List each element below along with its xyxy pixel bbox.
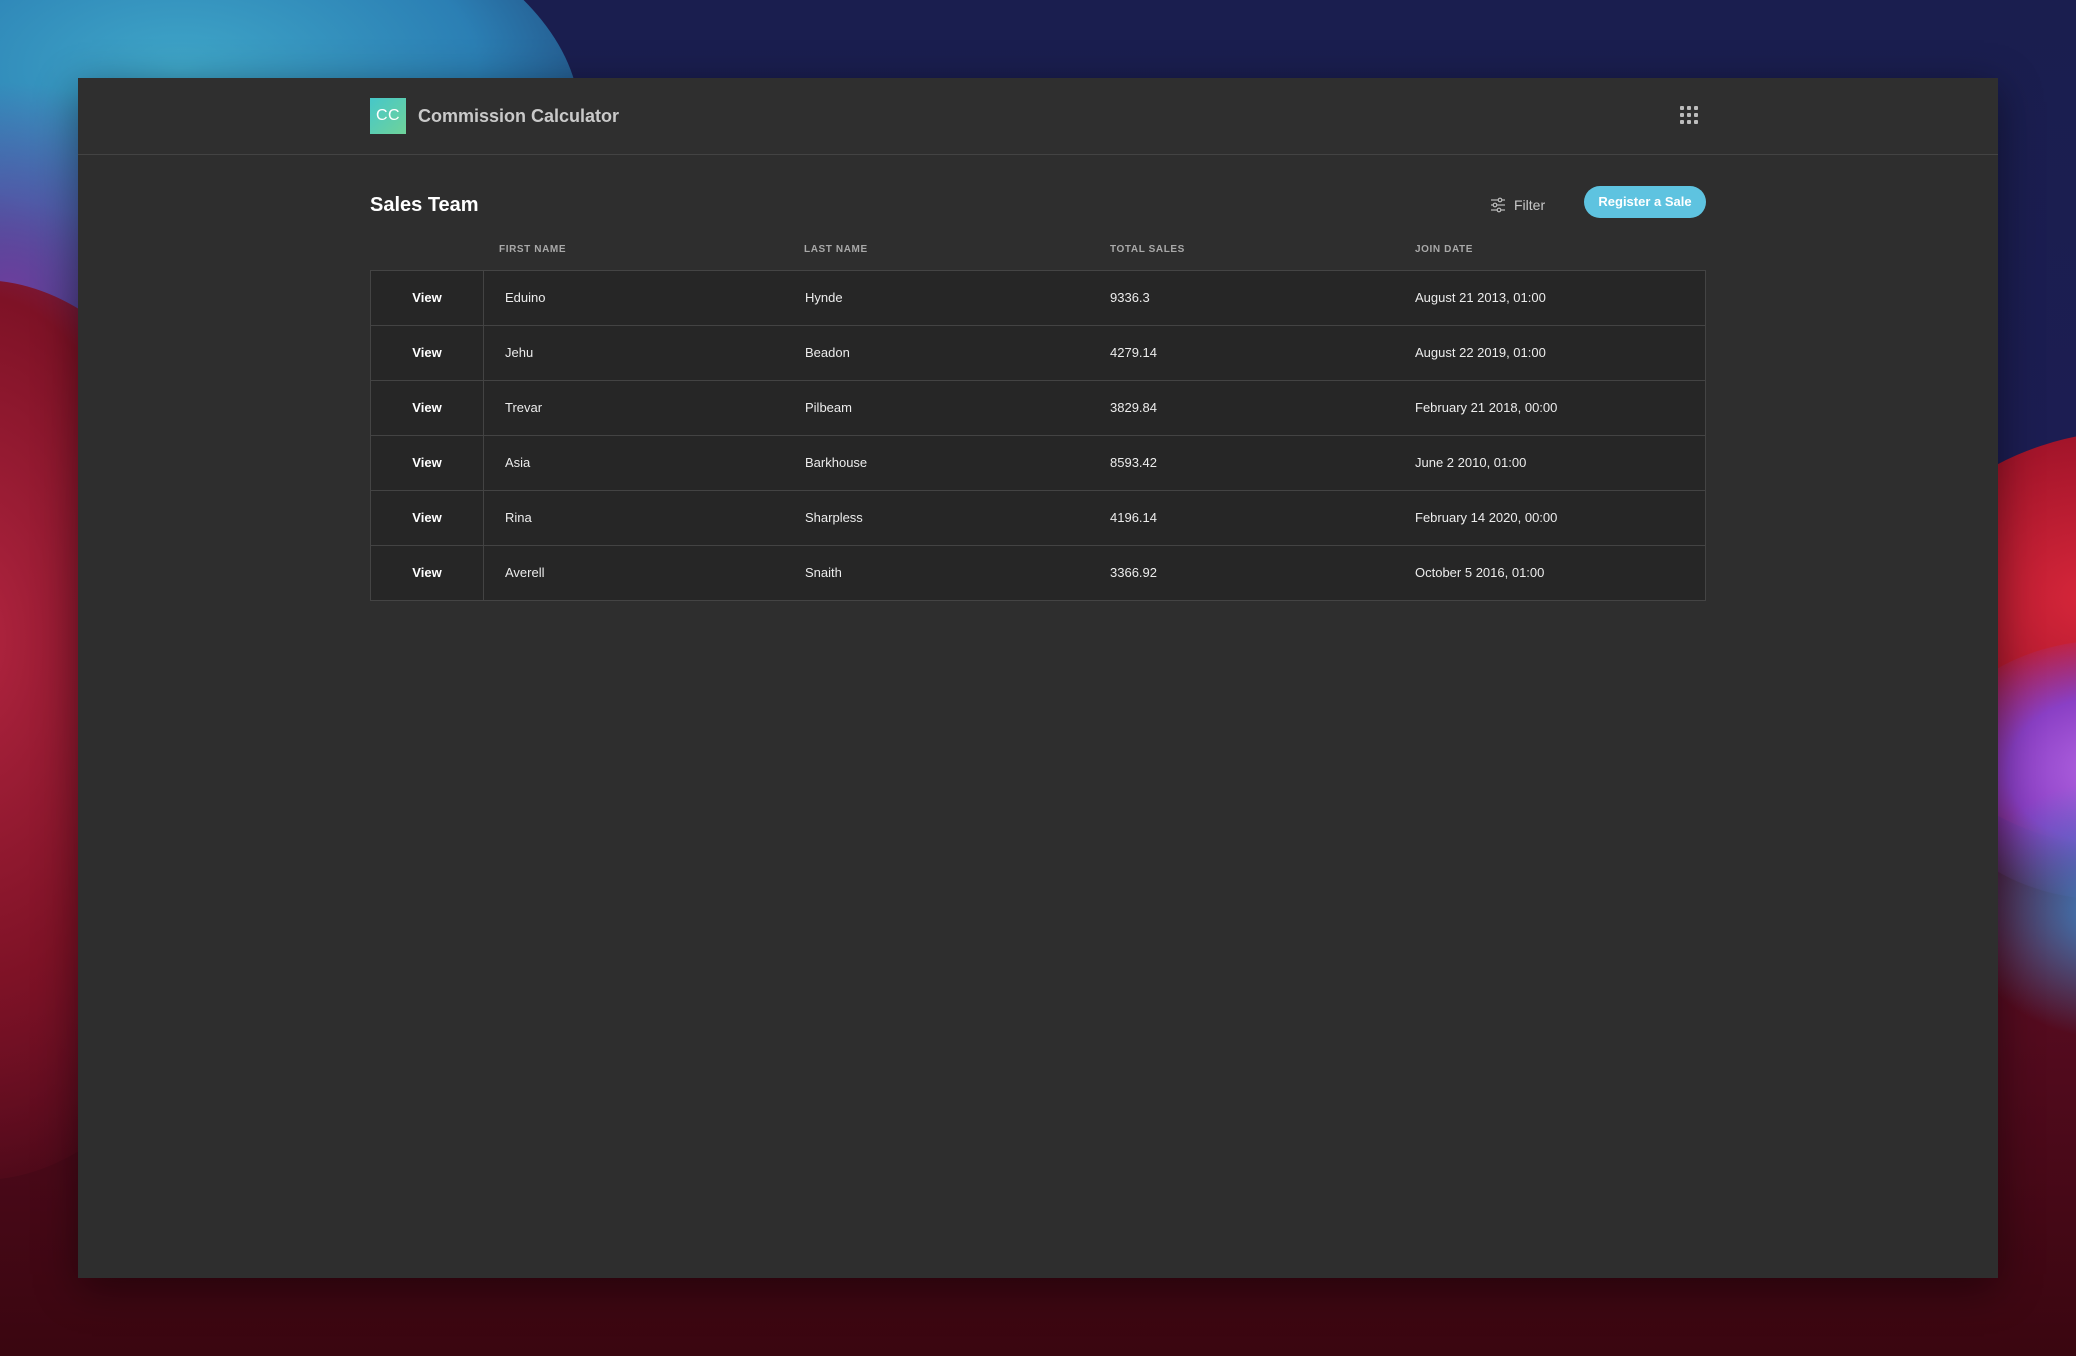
last-name-cell: Sharpless (805, 510, 863, 525)
column-header-first-name[interactable]: FIRST NAME (499, 240, 566, 260)
first-name-cell: Asia (505, 455, 531, 470)
last-name-cell: Snaith (805, 565, 842, 580)
register-sale-button[interactable]: Register a Sale (1584, 186, 1706, 218)
join-date-cell: February 14 2020, 00:00 (1415, 510, 1558, 525)
table-row[interactable]: View Rina Sharpless 4196.14 February 14 … (371, 491, 1705, 546)
view-button[interactable]: View (371, 381, 484, 435)
join-date-cell: August 22 2019, 01:00 (1415, 345, 1546, 360)
sliders-icon (1491, 197, 1505, 213)
total-sales-cell: 9336.3 (1110, 290, 1150, 305)
table-row[interactable]: View Trevar Pilbeam 3829.84 February 21 … (371, 381, 1705, 436)
app-header: CC Commission Calculator (78, 78, 1998, 155)
table-row[interactable]: View Eduino Hynde 9336.3 August 21 2013,… (371, 271, 1705, 326)
first-name-cell: Rina (505, 510, 532, 525)
view-button[interactable]: View (371, 491, 484, 545)
total-sales-cell: 4279.14 (1110, 345, 1157, 360)
table-row[interactable]: View Averell Snaith 3366.92 October 5 20… (371, 546, 1705, 600)
page-title: Sales Team (370, 194, 479, 216)
join-date-cell: February 21 2018, 00:00 (1415, 400, 1558, 415)
first-name-cell: Jehu (505, 345, 534, 360)
desktop-wallpaper: CC Commission Calculator Sales Team Filt… (0, 0, 2076, 1356)
first-name-cell: Eduino (505, 290, 546, 305)
table-row[interactable]: View Asia Barkhouse 8593.42 June 2 2010,… (371, 436, 1705, 491)
app-window: CC Commission Calculator Sales Team Filt… (78, 78, 1998, 1278)
last-name-cell: Pilbeam (805, 400, 852, 415)
total-sales-cell: 3829.84 (1110, 400, 1157, 415)
table-row[interactable]: View Jehu Beadon 4279.14 August 22 2019,… (371, 326, 1705, 381)
join-date-cell: October 5 2016, 01:00 (1415, 565, 1545, 580)
view-button[interactable]: View (371, 326, 484, 380)
sales-team-table: View Eduino Hynde 9336.3 August 21 2013,… (370, 270, 1706, 601)
view-button[interactable]: View (371, 271, 484, 325)
last-name-cell: Beadon (805, 345, 850, 360)
join-date-cell: August 21 2013, 01:00 (1415, 290, 1546, 305)
view-button[interactable]: View (371, 436, 484, 490)
total-sales-cell: 8593.42 (1110, 455, 1157, 470)
last-name-cell: Hynde (805, 290, 843, 305)
filter-label: Filter (1514, 197, 1546, 213)
filter-button[interactable]: Filter (1490, 190, 1545, 220)
table-header: FIRST NAME LAST NAME TOTAL SALES JOIN DA… (370, 240, 1706, 260)
column-header-total-sales[interactable]: TOTAL SALES (1110, 240, 1185, 260)
first-name-cell: Trevar (505, 400, 543, 415)
view-button[interactable]: View (371, 546, 484, 600)
total-sales-cell: 3366.92 (1110, 565, 1157, 580)
app-logo[interactable]: CC (370, 98, 406, 134)
first-name-cell: Averell (505, 565, 545, 580)
column-header-last-name[interactable]: LAST NAME (804, 240, 868, 260)
last-name-cell: Barkhouse (805, 455, 868, 470)
join-date-cell: June 2 2010, 01:00 (1415, 455, 1527, 470)
grid-apps-icon[interactable] (1680, 106, 1698, 124)
column-header-join-date[interactable]: JOIN DATE (1415, 240, 1473, 260)
total-sales-cell: 4196.14 (1110, 510, 1157, 525)
app-title[interactable]: Commission Calculator (418, 102, 619, 130)
